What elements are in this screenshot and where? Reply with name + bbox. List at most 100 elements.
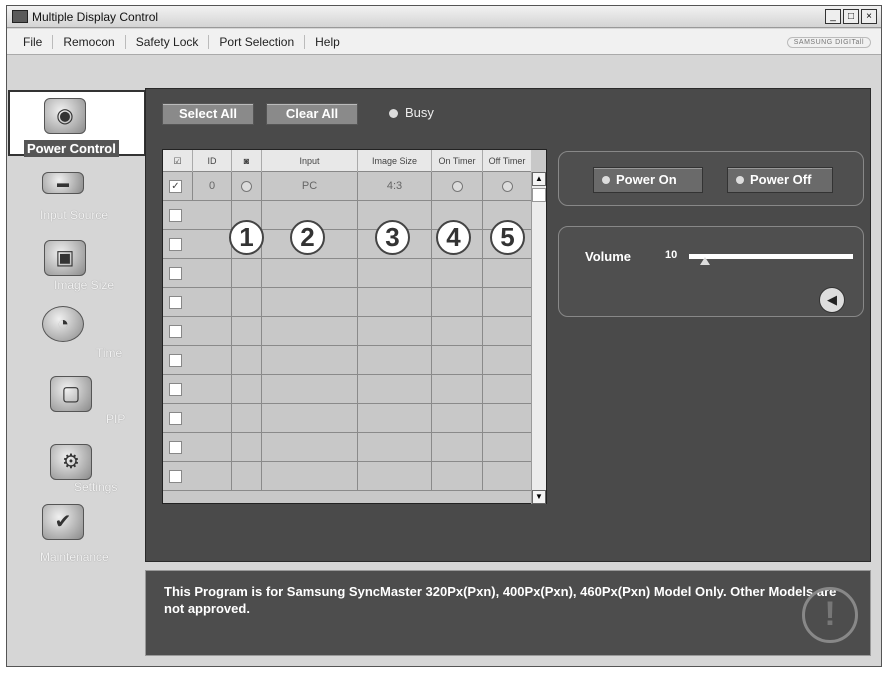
time-icon: ◔ (42, 306, 84, 342)
menu-help[interactable]: Help (305, 35, 350, 49)
minimize-button[interactable]: _ (825, 9, 841, 24)
menu-safety-lock[interactable]: Safety Lock (126, 35, 210, 49)
row-checkbox[interactable] (169, 296, 182, 309)
row-input: PC (262, 172, 358, 201)
nav-time[interactable]: ◔ Time (8, 300, 146, 366)
brand-logo: SAMSUNG DIGITall (786, 37, 871, 48)
power-off-button[interactable]: Power Off (727, 167, 833, 193)
on-timer-radio (451, 180, 463, 192)
close-button[interactable]: × (861, 9, 877, 24)
power-panel: Power On Power Off (558, 151, 864, 206)
scroll-down-icon[interactable]: ▼ (532, 490, 546, 504)
callout-4: 4 (436, 220, 471, 255)
table-row[interactable] (163, 317, 531, 346)
header-on-timer: On Timer (432, 150, 483, 172)
table-row[interactable] (163, 288, 531, 317)
row-image-size: 4:3 (358, 172, 432, 201)
grid-header: ☑ ID ◙ Input Image Size On Timer Off Tim… (163, 150, 531, 172)
row-checkbox[interactable] (169, 267, 182, 280)
power-off-dot-icon (736, 176, 744, 184)
clear-all-button[interactable]: Clear All (266, 103, 358, 125)
menu-remocon[interactable]: Remocon (53, 35, 126, 49)
table-row[interactable] (163, 462, 531, 491)
table-row[interactable] (163, 375, 531, 404)
image-size-icon: ▣ (44, 240, 86, 276)
header-off-timer: Off Timer (488, 156, 526, 166)
row-checkbox[interactable]: ✓ (169, 180, 182, 193)
table-row[interactable] (163, 201, 531, 230)
maximize-button[interactable]: □ (843, 9, 859, 24)
nav-pip[interactable]: ▢ PIP (8, 370, 146, 436)
row-checkbox[interactable] (169, 412, 182, 425)
table-row[interactable] (163, 346, 531, 375)
table-row[interactable] (163, 230, 531, 259)
off-timer-radio (501, 180, 513, 192)
nav-label: PIP (106, 412, 126, 426)
status-radio (241, 180, 252, 192)
main-panel: Select All Clear All Busy ☑ ID ◙ Input I… (145, 88, 871, 562)
row-checkbox[interactable] (169, 354, 182, 367)
volume-label: Volume (585, 249, 631, 264)
table-row[interactable] (163, 433, 531, 462)
row-id: 0 (193, 172, 232, 201)
row-checkbox[interactable] (169, 383, 182, 396)
power-off-label: Power Off (750, 172, 812, 187)
nav-power-control[interactable]: ◉ Power Control (8, 90, 146, 157)
menu-bar: File Remocon Safety Lock Port Selection … (7, 29, 881, 55)
volume-slider-thumb[interactable] (700, 257, 711, 265)
power-on-button[interactable]: Power On (593, 167, 703, 193)
nav-label: Image Size (54, 278, 115, 292)
header-id: ID (193, 150, 232, 172)
menu-port-selection[interactable]: Port Selection (209, 35, 306, 49)
busy-indicator-icon (389, 109, 398, 118)
row-checkbox[interactable] (169, 238, 182, 251)
nav-settings[interactable]: ⚙ Settings (8, 438, 146, 504)
row-checkbox[interactable] (169, 325, 182, 338)
callout-3: 3 (375, 220, 410, 255)
callout-2: 2 (290, 220, 325, 255)
grid-scrollbar[interactable]: ▲ ▼ (531, 172, 546, 504)
warning-icon: ! (802, 587, 858, 643)
callout-5: 5 (490, 220, 525, 255)
table-row[interactable] (163, 404, 531, 433)
nav-input-source[interactable]: ▬ Input Source (8, 166, 146, 232)
menu-file[interactable]: File (13, 35, 54, 49)
row-checkbox[interactable] (169, 209, 182, 222)
nav-label: Power Control (24, 140, 119, 157)
row-checkbox[interactable] (169, 441, 182, 454)
speaker-mute-icon[interactable]: ◀ (819, 287, 845, 313)
nav-label: Settings (74, 480, 118, 494)
power-on-dot-icon (602, 176, 610, 184)
display-grid: ☑ ID ◙ Input Image Size On Timer Off Tim… (162, 149, 547, 504)
power-control-icon: ◉ (44, 98, 86, 134)
maintenance-icon: ✔ (42, 504, 84, 540)
footer-notice: This Program is for Samsung SyncMaster 3… (145, 570, 871, 656)
nav-label: Time (96, 346, 123, 360)
pip-icon: ▢ (50, 376, 92, 412)
nav-maintenance[interactable]: ✔ Maintenance (8, 498, 146, 564)
power-on-label: Power On (616, 172, 677, 187)
header-image-size: Image Size (358, 150, 432, 172)
volume-panel: Volume 10 ◀ (558, 226, 864, 317)
table-row[interactable]: ✓ 0 PC 4:3 (163, 172, 531, 201)
window-title: Multiple Display Control (32, 10, 159, 24)
volume-value: 10 (665, 249, 678, 261)
nav-image-size[interactable]: ▣ Image Size (8, 232, 146, 298)
sidebar-nav: ◉ Power Control ▬ Input Source ▣ Image S… (8, 82, 146, 564)
row-checkbox[interactable] (169, 470, 182, 483)
header-input: Input (262, 150, 358, 172)
header-select-all-checkbox[interactable]: ☑ (163, 150, 193, 172)
table-row[interactable] (163, 259, 531, 288)
volume-slider[interactable] (689, 254, 853, 259)
scroll-thumb[interactable] (532, 188, 546, 202)
nav-label: Input Source (40, 208, 109, 222)
select-all-button[interactable]: Select All (162, 103, 254, 125)
scroll-up-icon[interactable]: ▲ (532, 172, 546, 186)
footer-message: This Program is for Samsung SyncMaster 3… (164, 584, 837, 616)
header-status-icon: ◙ (232, 150, 262, 172)
nav-label: Maintenance (40, 550, 109, 564)
callout-1: 1 (229, 220, 264, 255)
settings-icon: ⚙ (50, 444, 92, 480)
app-icon (12, 10, 28, 23)
input-source-icon: ▬ (42, 172, 84, 194)
